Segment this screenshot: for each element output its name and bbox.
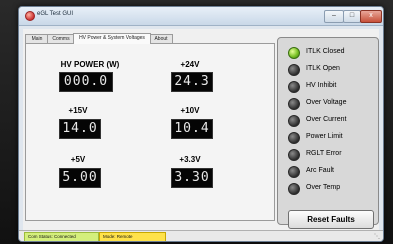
- indicator-label: HV Inhibit: [306, 82, 337, 89]
- led-icon: [288, 149, 300, 161]
- indicator-over-temp: Over Temp: [288, 181, 376, 197]
- v24-display: 24.3: [171, 72, 213, 92]
- led-icon: [288, 47, 300, 59]
- hv-power-panel: HV POWER (W) 000.0 +24V 24.3 +15V 14.0 +…: [25, 43, 275, 221]
- v15-display: 14.0: [59, 119, 101, 139]
- led-icon: [288, 115, 300, 127]
- v10-label: +10V: [180, 106, 200, 115]
- maximize-button[interactable]: □: [343, 10, 361, 23]
- status-bar: Com Status: Connected Mode: Remote ⋱: [19, 230, 383, 241]
- indicator-label: Over Temp: [306, 184, 341, 191]
- indicator-label: RGLT Error: [306, 150, 342, 157]
- comm-status: Com Status: Connected: [24, 232, 99, 241]
- minimize-button[interactable]: –: [324, 10, 344, 23]
- app-icon: [25, 11, 35, 21]
- indicator-label: Over Voltage: [306, 99, 347, 106]
- mode-status: Mode: Remote: [99, 232, 166, 241]
- hv-power-label: HV POWER (W): [60, 60, 120, 69]
- led-icon: [288, 166, 300, 178]
- led-icon: [288, 81, 300, 93]
- title-bar[interactable]: eGL Test GUI – □ x: [19, 7, 383, 26]
- resize-grip-icon[interactable]: ⋱: [374, 233, 380, 240]
- v5-display: 5.00: [59, 168, 101, 188]
- led-icon: [288, 183, 300, 195]
- indicator-itlk-closed: ITLK Closed: [288, 45, 376, 61]
- indicator-over-voltage: Over Voltage: [288, 96, 376, 112]
- v5-label: +5V: [70, 155, 86, 164]
- indicator-label: Power Limit: [306, 133, 343, 140]
- window-title: eGL Test GUI: [37, 11, 74, 17]
- indicator-label: ITLK Closed: [306, 48, 345, 55]
- indicator-label: ITLK Open: [306, 65, 340, 72]
- v15-label: +15V: [68, 106, 88, 115]
- client-area: Main Comms HV Power & System Voltages Ab…: [23, 29, 379, 231]
- indicator-label: Over Current: [306, 116, 347, 123]
- led-icon: [288, 132, 300, 144]
- v10-display: 10.4: [171, 119, 213, 139]
- app-window: eGL Test GUI – □ x Main Comms HV Power &…: [18, 6, 384, 242]
- close-button[interactable]: x: [360, 10, 382, 23]
- led-icon: [288, 98, 300, 110]
- indicator-hv-inhibit: HV Inhibit: [288, 79, 376, 95]
- reset-faults-button[interactable]: Reset Faults: [288, 210, 374, 229]
- indicator-rglt-error: RGLT Error: [288, 147, 376, 163]
- tab-hv-power[interactable]: HV Power & System Voltages: [73, 33, 151, 44]
- led-icon: [288, 64, 300, 76]
- v24-label: +24V: [180, 60, 200, 69]
- indicator-label: Arc Fault: [306, 167, 335, 174]
- v3v3-display: 3.30: [171, 168, 213, 188]
- indicator-power-limit: Power Limit: [288, 130, 376, 146]
- indicator-arc-fault: Arc Fault: [288, 164, 376, 180]
- indicator-over-current: Over Current: [288, 113, 376, 129]
- indicator-itlk-open: ITLK Open: [288, 62, 376, 78]
- status-panel: ITLK Closed ITLK Open HV Inhibit Over Vo…: [277, 37, 379, 229]
- hv-power-display: 000.0: [59, 72, 113, 92]
- v3v3-label: +3.3V: [179, 155, 201, 164]
